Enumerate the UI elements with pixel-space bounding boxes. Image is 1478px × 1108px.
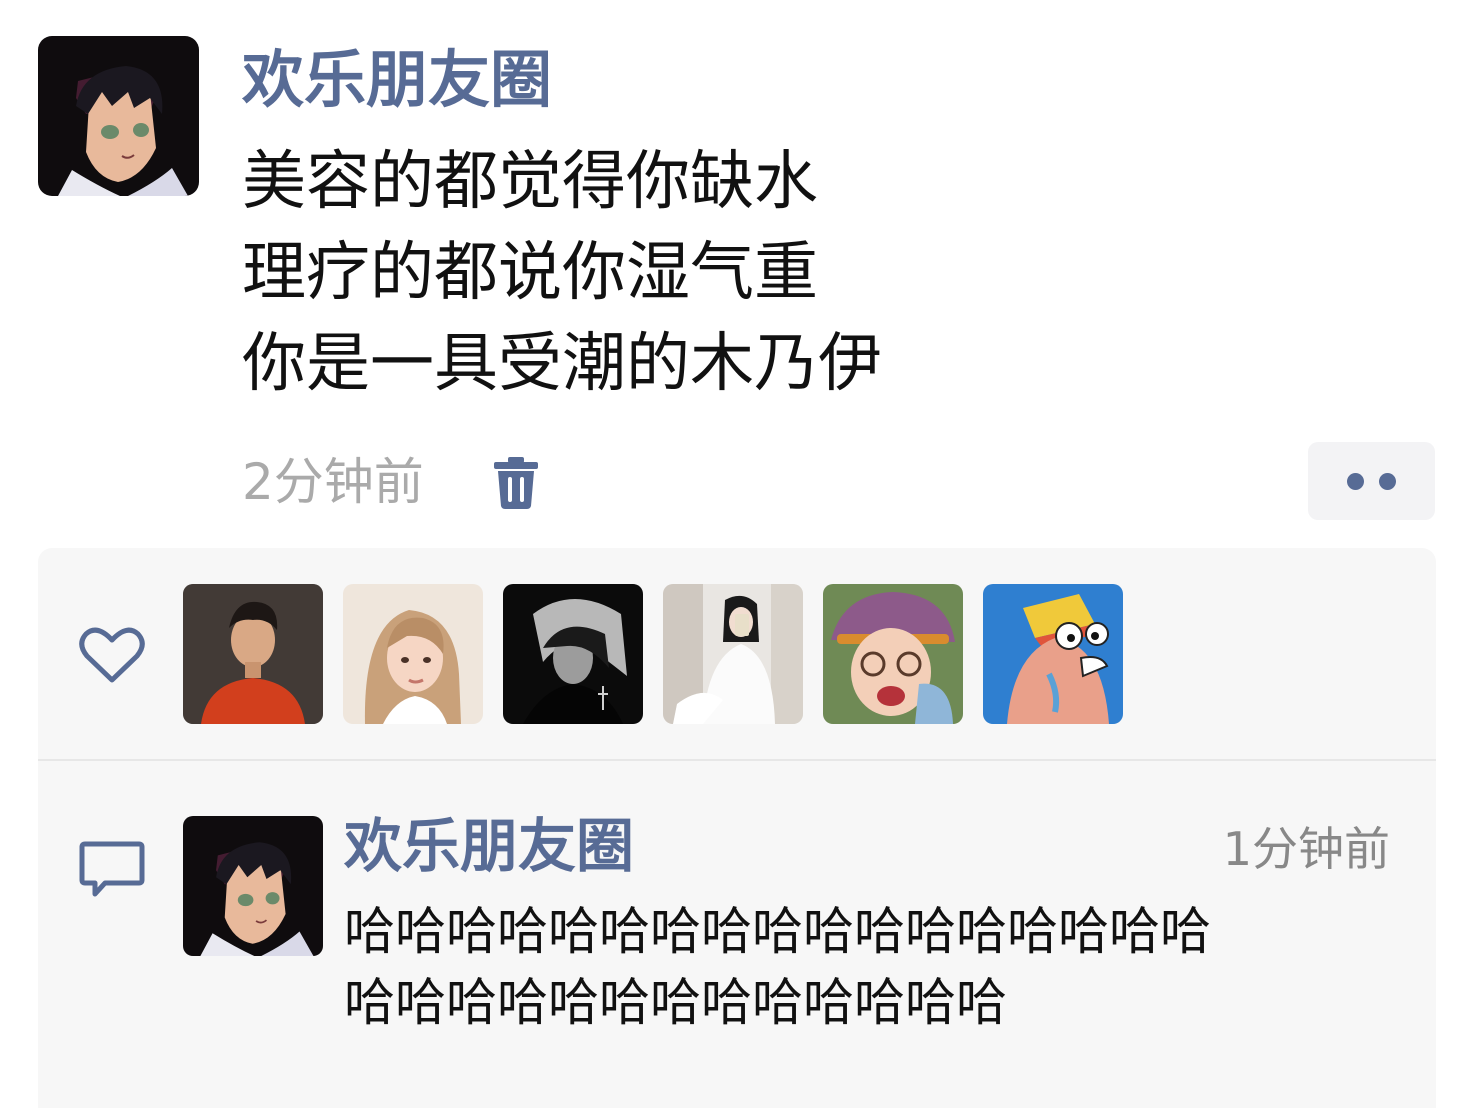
trash-icon[interactable] (492, 456, 540, 510)
author-avatar[interactable] (38, 36, 199, 196)
liker-avatar[interactable] (823, 584, 963, 724)
post-text-line: 你是一具受潮的木乃伊 (242, 327, 882, 401)
avatar-girl-glasses-hat-icon (823, 584, 963, 724)
heart-icon (79, 626, 145, 684)
comment-text-line: 哈哈哈哈哈哈哈哈哈哈哈哈哈 (344, 974, 1008, 1033)
post-timestamp: 2分钟前 (242, 453, 424, 511)
liker-avatar[interactable] (983, 584, 1123, 724)
more-dots-icon (1379, 473, 1396, 490)
liker-avatar[interactable] (663, 584, 803, 724)
anime-boy-avatar-icon (38, 36, 199, 196)
avatar-white-dress-woman-icon (663, 584, 803, 724)
comment-bubble-icon (79, 840, 145, 898)
comment-timestamp: 1分钟前 (1222, 822, 1390, 876)
anime-boy-avatar-icon (183, 816, 323, 956)
post-text-line: 美容的都觉得你缺水 (242, 145, 818, 219)
avatar-blonde-woman-icon (343, 584, 483, 724)
comment-author-avatar[interactable] (183, 816, 323, 956)
post-text-line: 理疗的都说你湿气重 (242, 236, 818, 310)
comment-author-name[interactable]: 欢乐朋友圈 (344, 811, 634, 881)
panel-divider (38, 759, 1436, 761)
liker-avatar[interactable] (503, 584, 643, 724)
avatar-cartoon-character-icon (983, 584, 1123, 724)
more-dots-icon (1347, 473, 1364, 490)
post-author-name[interactable]: 欢乐朋友圈 (242, 42, 552, 118)
comment-text-line: 哈哈哈哈哈哈哈哈哈哈哈哈哈哈哈哈哈 (344, 903, 1212, 962)
avatar-dark-portrait-icon (503, 584, 643, 724)
liker-avatar[interactable] (343, 584, 483, 724)
avatar-red-shirt-man-icon (183, 584, 323, 724)
more-actions-button[interactable] (1308, 442, 1435, 520)
liker-avatar[interactable] (183, 584, 323, 724)
